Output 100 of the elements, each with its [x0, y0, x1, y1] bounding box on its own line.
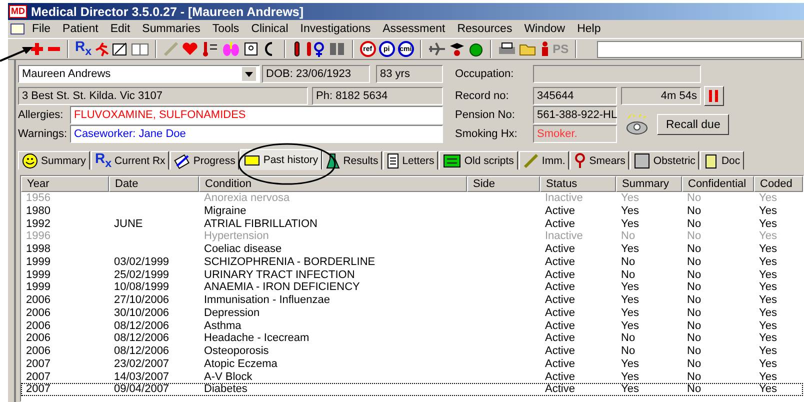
table-cell-text: 14/03/2007	[113, 370, 170, 384]
table-cell-text: Yes	[758, 345, 778, 358]
table-cell-text: Active	[544, 332, 576, 345]
history-row[interactable]: 2007 09/04/2007 Diabetes Active Yes No Yes	[21, 383, 803, 396]
table-cell-text: 2007	[25, 383, 52, 396]
table-cell-text: 2007	[25, 370, 52, 384]
prescription-icon: R$_{x}$	[94, 150, 112, 170]
table-cell-text: Hypertension	[203, 230, 270, 243]
tab[interactable]: R$_{x}$ Current Rx	[90, 151, 170, 170]
table-cell-text: Yes	[620, 306, 640, 320]
table-cell-text: Active	[544, 218, 576, 230]
table-cell-text: No	[620, 345, 636, 358]
column-header[interactable]: Condition	[199, 176, 467, 192]
table-cell-text: No	[686, 243, 702, 256]
table-cell-text: Yes	[758, 332, 778, 345]
menu-item[interactable]: Patient	[56, 23, 104, 35]
table-cell-text: Yes	[620, 281, 640, 294]
table-cell-text: 09/04/2007	[113, 383, 170, 396]
column-header[interactable]: Coded	[754, 176, 803, 192]
history-row[interactable]: 2006 08/12/2006 Headache - Icecream Active No No Yes	[21, 332, 803, 345]
table-cell-text: Yes	[758, 204, 778, 218]
table-cell-text: Yes	[620, 204, 640, 218]
prescription-button[interactable]: R$_{x}$	[75, 38, 92, 60]
warnings-label: Warnings:	[18, 128, 68, 140]
phone-field: Ph: 8182 5634	[312, 86, 443, 104]
table-cell-text: URINARY TRACT INFECTION	[203, 268, 356, 282]
menu-item[interactable]: Assessment	[376, 23, 452, 35]
tab[interactable]: Summary	[18, 151, 90, 170]
history-row[interactable]: 1992 JUNE ATRIAL FIBRILLATION Active Yes No Yes	[21, 218, 803, 230]
menu-item[interactable]: Help	[571, 23, 607, 35]
menu-item[interactable]: Investigations	[294, 23, 377, 35]
table-cell-text: Yes	[620, 218, 640, 230]
tab[interactable]: Letters	[383, 151, 438, 170]
tab[interactable]: Obstetric	[630, 151, 700, 170]
table-cell-text: 2006	[25, 332, 52, 345]
table-cell-text: 1998	[25, 243, 52, 256]
patient-name-combo[interactable]: Maureen Andrews	[18, 65, 260, 83]
column-header[interactable]: Side	[467, 176, 540, 192]
table-cell-text: Yes	[758, 306, 778, 320]
table-cell-text: 1999	[25, 268, 52, 282]
menu-item[interactable]: Summaries	[136, 23, 206, 35]
menu-item[interactable]: Clinical	[245, 23, 294, 35]
column-header[interactable]: Date	[109, 176, 199, 192]
table-cell-text: 25/02/1999	[113, 268, 170, 282]
warnings-field[interactable]: Caseworker: Jane Doe	[70, 124, 443, 142]
table-cell-text: No	[686, 306, 702, 320]
tab[interactable]: Progress	[170, 151, 240, 170]
history-row[interactable]: 2006 08/12/2006 Osteoporosis Active No No Yes	[21, 345, 803, 358]
menu-item[interactable]: File	[26, 23, 57, 35]
tab[interactable]: Imm.	[518, 151, 570, 170]
table-cell-text: Active	[544, 383, 576, 396]
history-row[interactable]: 2006 27/10/2006 Immunisation - Influenzae Active Yes No Yes	[21, 294, 803, 307]
table-cell-text: 1956	[25, 192, 52, 205]
table-cell-text: Yes	[758, 370, 778, 384]
table-cell-text: 1999	[25, 281, 52, 294]
recall-due-button[interactable]: Recall due	[657, 114, 730, 135]
tab[interactable]: Smears	[570, 151, 630, 170]
history-row[interactable]: 2006 30/10/2006 Depression Active Yes No Yes	[21, 306, 803, 320]
history-row[interactable]: 2007 23/02/2007 Atopic Eczema Active Yes No Yes	[21, 358, 803, 370]
history-row[interactable]: 2007 14/03/2007 A-V Block Active Yes No Yes	[21, 370, 803, 384]
table-cell-text: Yes	[758, 256, 778, 268]
table-cell-text: 1980	[25, 204, 52, 218]
history-row[interactable]: 1999 25/02/1999 URINARY TRACT INFECTION Active No No Yes	[21, 268, 803, 282]
column-header[interactable]: Confidential	[682, 176, 754, 192]
history-row[interactable]: 1999 10/08/1999 ANAEMIA - IRON DEFICIENCY Active Yes No Yes	[21, 281, 803, 294]
history-row[interactable]: 1980 Migraine Active Yes No Yes	[21, 204, 803, 218]
table-cell-text: No	[620, 230, 636, 243]
history-row[interactable]: 1999 03/02/1999 SCHIZOPHRENIA - BORDERLINE Active No No Yes	[21, 256, 803, 268]
menu-item[interactable]: Resources	[451, 23, 518, 35]
allergies-field[interactable]: FLUVOXAMINE, SULFONAMIDES	[70, 106, 443, 124]
table-cell-text: Osteoporosis	[203, 345, 270, 358]
table-cell-text: No	[686, 358, 702, 370]
column-header[interactable]: Year	[21, 176, 109, 192]
history-row[interactable]: 2006 08/12/2006 Asthma Active Yes No Yes	[21, 320, 803, 332]
tab[interactable]: Doc	[700, 151, 744, 170]
table-cell-text: Diabetes	[203, 383, 248, 396]
table-cell-text: Inactive	[544, 192, 584, 205]
table-cell-text: Yes	[620, 320, 640, 332]
menu-item[interactable]: Tools	[206, 23, 246, 35]
table-cell-text: Yes	[758, 230, 778, 243]
column-header[interactable]: Status	[540, 176, 616, 192]
tab[interactable]: Results	[322, 151, 382, 170]
table-cell-text: Yes	[758, 383, 778, 396]
tab[interactable]: Old scripts	[439, 151, 518, 170]
table-cell-text: Yes	[758, 268, 778, 282]
table-cell-text: Active	[544, 370, 576, 384]
table-cell-text: Inactive	[544, 230, 584, 243]
timer-field: 4m 54s	[621, 86, 701, 104]
table-cell-text: 10/08/1999	[113, 281, 170, 294]
age-field: 83 yrs	[376, 65, 443, 83]
table-cell-text: Yes	[620, 383, 640, 396]
table-cell-text: Anorexia nervosa	[203, 192, 291, 205]
tab[interactable]: Past history	[240, 149, 322, 170]
allergies-label: Allergies:	[18, 109, 64, 121]
table-cell-text: JUNE	[113, 218, 144, 230]
history-row[interactable]: 1998 Coeliac disease Active Yes No Yes	[21, 243, 803, 256]
table-cell-text: No	[686, 230, 702, 243]
menu-item[interactable]: Window	[518, 23, 572, 35]
menu-item[interactable]: Edit	[104, 23, 136, 35]
column-header[interactable]: Summary	[616, 176, 682, 192]
